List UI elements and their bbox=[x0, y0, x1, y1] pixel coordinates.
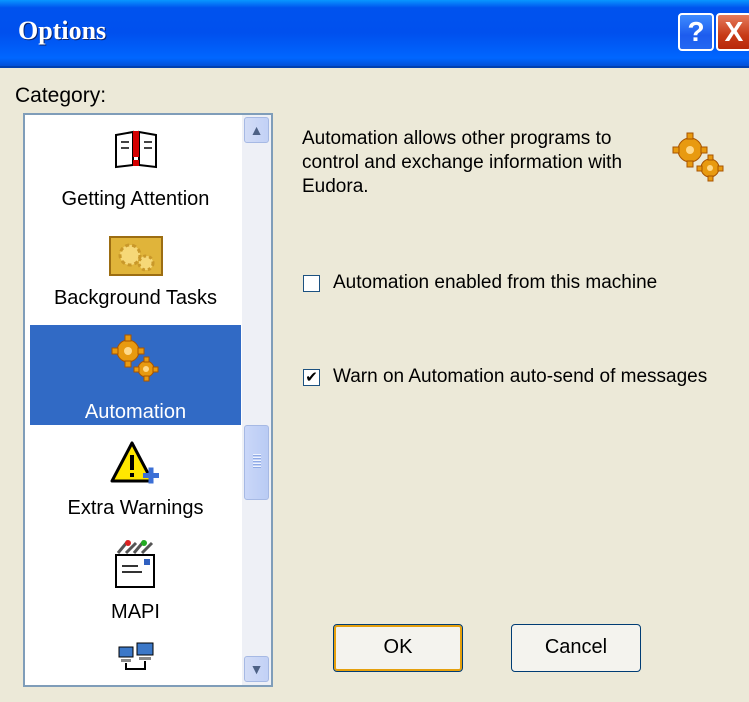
network-computers-icon bbox=[118, 642, 154, 670]
window-title: Options bbox=[18, 16, 107, 45]
close-button[interactable]: X bbox=[716, 13, 749, 51]
list-item-getting-attention[interactable]: Getting Attention bbox=[30, 115, 241, 215]
checkbox-box[interactable]: ✔ bbox=[303, 369, 320, 386]
item-label: MAPI bbox=[111, 601, 160, 623]
scroll-down-button[interactable]: ▼ bbox=[244, 656, 269, 682]
automation-description: Automation allows other programs to cont… bbox=[302, 128, 623, 197]
list-item-background-tasks[interactable]: Background Tasks bbox=[30, 225, 241, 325]
item-label: Automation bbox=[84, 401, 187, 423]
category-label: Category: bbox=[15, 84, 107, 107]
list-item-automation[interactable]: Automation bbox=[30, 325, 241, 425]
getting-attention-icon bbox=[115, 130, 157, 169]
category-list[interactable]: Getting Attention Background Tasks Autom… bbox=[23, 113, 273, 687]
automation-gears-icon bbox=[672, 132, 724, 182]
list-item-extra-warnings[interactable]: Extra Warnings bbox=[30, 433, 241, 533]
automation-gears-icon bbox=[111, 334, 159, 382]
options-dialog: Options ? X Category: Getting Attention bbox=[0, 0, 749, 702]
list-item-mapi[interactable]: MAPI bbox=[30, 533, 241, 633]
help-button[interactable]: ? bbox=[678, 13, 714, 51]
cancel-button[interactable]: Cancel bbox=[511, 624, 641, 672]
scroll-thumb[interactable] bbox=[244, 425, 269, 500]
item-label: Extra Warnings bbox=[67, 497, 204, 519]
background-tasks-icon bbox=[109, 236, 163, 276]
grip-icon bbox=[253, 454, 261, 468]
item-label: Background Tasks bbox=[53, 287, 218, 309]
scroll-up-button[interactable]: ▲ bbox=[244, 117, 269, 143]
checkbox-label: Warn on Automation auto-send of messages bbox=[333, 366, 708, 387]
item-label: Getting Attention bbox=[61, 188, 210, 210]
warning-plus-icon bbox=[110, 441, 159, 484]
mapi-icon bbox=[115, 540, 155, 588]
category-scrollbar[interactable]: ▲ ▼ bbox=[242, 115, 271, 685]
list-item-network[interactable] bbox=[30, 637, 241, 685]
title-bar[interactable]: Options ? X bbox=[0, 0, 749, 68]
checkbox-label: Automation enabled from this machine bbox=[333, 272, 658, 293]
checkbox-box[interactable] bbox=[303, 275, 320, 292]
ok-button[interactable]: OK bbox=[333, 624, 463, 672]
